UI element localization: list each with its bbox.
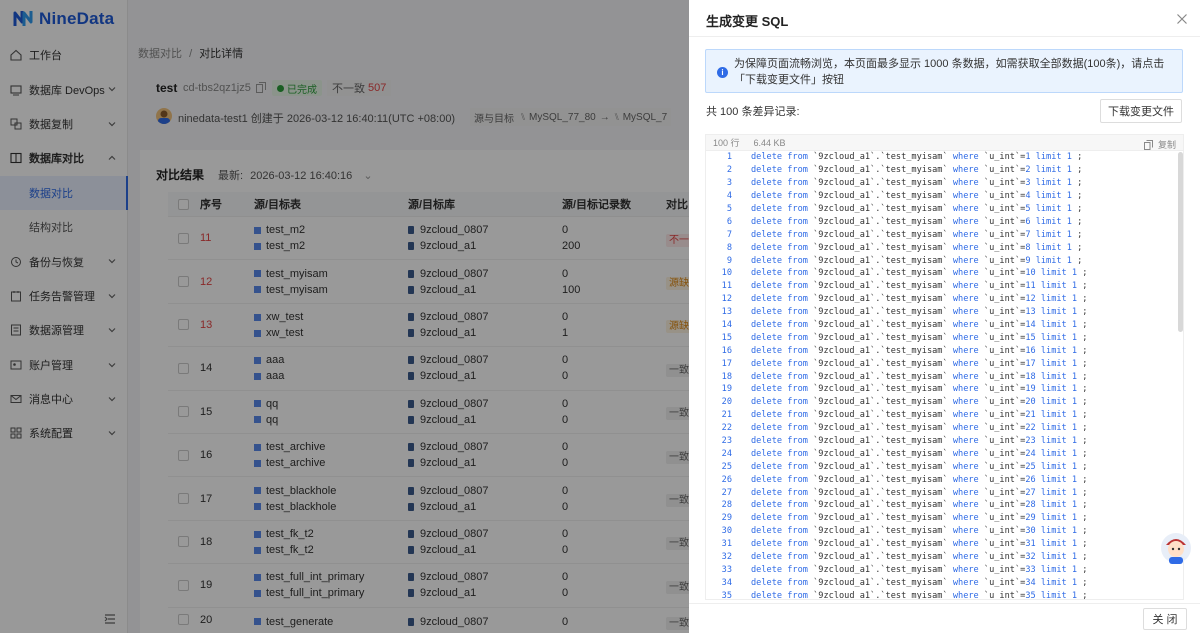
code-line: 18 delete from `9zcloud_a1`.`test_myisam`… [706,370,1183,383]
line-number: 12 [721,294,732,305]
code-line: 13 delete from `9zcloud_a1`.`test_myisam`… [706,306,1183,319]
code-line: 11 delete from `9zcloud_a1`.`test_myisam`… [706,280,1183,293]
code-line: 6 delete from `9zcloud_a1`.`test_myisam` … [706,215,1183,228]
code-line: 21 delete from `9zcloud_a1`.`test_myisam`… [706,409,1183,422]
line-number: 13 [721,307,732,318]
line-number: 32 [721,552,732,563]
notice-text: 为保障页面流畅浏览，本页面最多显示 1000 条数据，如需获取全部数据(100条… [734,58,1165,86]
code-scrollbar[interactable] [1178,152,1183,332]
line-number: 18 [721,371,732,382]
line-number: 10 [721,268,732,279]
code-line: 33 delete from `9zcloud_a1`.`test_myisam`… [706,564,1183,577]
code-toolbar: 100 行 6.44 KB 复制 [706,135,1183,151]
code-line: 32 delete from `9zcloud_a1`.`test_myisam`… [706,551,1183,564]
line-number: 11 [721,281,732,292]
diff-record-count: 共 100 条差异记录: [706,106,800,118]
line-number: 7 [726,229,732,240]
code-line: 24 delete from `9zcloud_a1`.`test_myisam`… [706,447,1183,460]
code-line: 29 delete from `9zcloud_a1`.`test_myisam`… [706,512,1183,525]
copy-code-button[interactable]: 复制 [1143,138,1176,151]
code-line-count: 100 行 [713,138,740,148]
line-number: 33 [721,564,732,575]
code-line: 19 delete from `9zcloud_a1`.`test_myisam`… [706,383,1183,396]
code-line: 14 delete from `9zcloud_a1`.`test_myisam`… [706,319,1183,332]
line-number: 25 [721,461,732,472]
copy-label: 复制 [1157,140,1176,150]
code-line: 4 delete from `9zcloud_a1`.`test_myisam` … [706,190,1183,203]
code-line: 12 delete from `9zcloud_a1`.`test_myisam`… [706,293,1183,306]
line-number: 19 [721,384,732,395]
line-number: 26 [721,474,732,485]
sql-code-viewer: 100 行 6.44 KB 复制 1 delete from `9zcloud_a… [705,134,1184,600]
code-line: 5 delete from `9zcloud_a1`.`test_myisam` … [706,203,1183,216]
code-line: 31 delete from `9zcloud_a1`.`test_myisam`… [706,538,1183,551]
line-number: 34 [721,577,732,588]
line-number: 20 [721,397,732,408]
assistant-robot-icon[interactable] [1160,531,1192,565]
line-number: 35 [721,590,732,600]
line-number: 30 [721,526,732,537]
line-number: 2 [726,165,732,176]
code-line: 8 delete from `9zcloud_a1`.`test_myisam` … [706,241,1183,254]
code-line: 2 delete from `9zcloud_a1`.`test_myisam` … [706,164,1183,177]
code-line: 30 delete from `9zcloud_a1`.`test_myisam`… [706,525,1183,538]
code-line: 7 delete from `9zcloud_a1`.`test_myisam` … [706,228,1183,241]
code-line: 20 delete from `9zcloud_a1`.`test_myisam`… [706,396,1183,409]
code-body[interactable]: 1 delete from `9zcloud_a1`.`test_myisam` … [706,151,1183,600]
generate-sql-drawer: 生成变更 SQL i 为保障页面流畅浏览，本页面最多显示 1000 条数据，如需… [689,0,1200,633]
line-number: 4 [726,191,732,202]
code-line: 28 delete from `9zcloud_a1`.`test_myisam`… [706,499,1183,512]
drawer-title: 生成变更 SQL [706,14,789,29]
code-line: 3 delete from `9zcloud_a1`.`test_myisam` … [706,177,1183,190]
code-line: 9 delete from `9zcloud_a1`.`test_myisam` … [706,254,1183,267]
code-line: 27 delete from `9zcloud_a1`.`test_myisam`… [706,486,1183,499]
code-line: 17 delete from `9zcloud_a1`.`test_myisam`… [706,357,1183,370]
code-line: 10 delete from `9zcloud_a1`.`test_myisam`… [706,267,1183,280]
line-number: 31 [721,539,732,550]
line-number: 21 [721,410,732,421]
line-number: 29 [721,513,732,524]
divider [689,603,1200,604]
line-number: 15 [721,332,732,343]
divider [689,36,1200,37]
copy-icon [1143,139,1153,150]
code-line: 1 delete from `9zcloud_a1`.`test_myisam` … [706,151,1183,164]
line-number: 8 [726,242,732,253]
code-size: 6.44 KB [753,137,786,148]
info-notice: i 为保障页面流畅浏览，本页面最多显示 1000 条数据，如需获取全部数据(10… [705,49,1183,93]
line-number: 17 [721,358,732,369]
line-number: 14 [721,320,732,331]
line-number: 9 [726,255,732,266]
line-number: 22 [721,423,732,434]
line-number: 24 [721,448,732,459]
code-line: 16 delete from `9zcloud_a1`.`test_myisam`… [706,344,1183,357]
line-number: 1 [726,152,732,163]
line-number: 5 [726,204,732,214]
line-number: 27 [721,487,732,498]
code-line: 34 delete from `9zcloud_a1`.`test_myisam`… [706,576,1183,589]
code-line: 23 delete from `9zcloud_a1`.`test_myisam`… [706,435,1183,448]
close-button[interactable]: 关 闭 [1143,608,1187,630]
code-line: 25 delete from `9zcloud_a1`.`test_myisam`… [706,460,1183,473]
line-number: 3 [726,178,732,189]
download-change-file-button[interactable]: 下载变更文件 [1100,99,1182,123]
close-icon[interactable] [1176,13,1188,25]
code-line: 22 delete from `9zcloud_a1`.`test_myisam`… [706,422,1183,435]
code-line: 15 delete from `9zcloud_a1`.`test_myisam`… [706,331,1183,344]
line-number: 6 [726,216,732,227]
code-line: 35 delete from `9zcloud_a1`.`test_myisam`… [706,589,1183,600]
line-number: 23 [721,436,732,447]
info-icon: i [717,67,728,78]
code-line: 26 delete from `9zcloud_a1`.`test_myisam`… [706,473,1183,486]
line-number: 16 [721,345,732,356]
line-number: 28 [721,500,732,511]
